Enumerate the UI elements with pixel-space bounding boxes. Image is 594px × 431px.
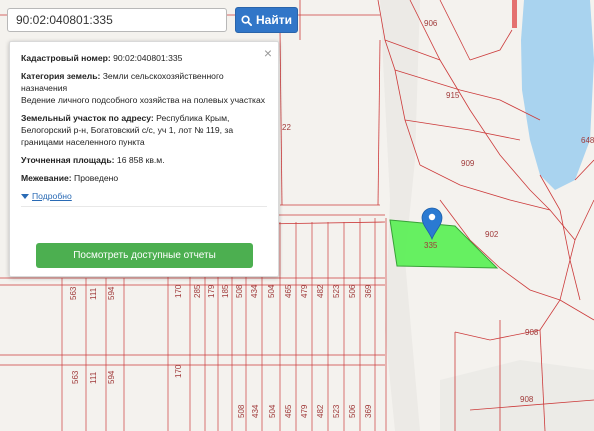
- svg-text:335: 335: [424, 241, 438, 250]
- svg-text:908: 908: [525, 328, 539, 337]
- search-input[interactable]: [7, 8, 227, 32]
- svg-text:479: 479: [300, 404, 309, 418]
- svg-text:434: 434: [251, 404, 260, 418]
- svg-text:111: 111: [89, 287, 98, 300]
- find-button[interactable]: Найти: [235, 7, 298, 33]
- address-label: Земельный участок по адресу:: [21, 113, 154, 123]
- survey-value: Проведено: [74, 173, 119, 183]
- svg-text:594: 594: [107, 286, 116, 300]
- triangle-down-icon: [21, 193, 29, 199]
- find-button-label: Найти: [256, 13, 292, 27]
- svg-text:170: 170: [174, 364, 183, 378]
- svg-text:908: 908: [520, 395, 534, 404]
- svg-text:465: 465: [284, 404, 293, 418]
- svg-text:369: 369: [364, 404, 373, 418]
- svg-text:504: 504: [267, 284, 276, 298]
- svg-text:185: 185: [221, 284, 230, 298]
- cadastral-value: 90:02:040801:335: [113, 53, 183, 63]
- svg-text:504: 504: [268, 404, 277, 418]
- divider: [21, 206, 267, 207]
- area-value: 16 858 кв.м.: [116, 155, 165, 165]
- svg-text:594: 594: [107, 370, 116, 384]
- svg-text:506: 506: [348, 404, 357, 418]
- svg-text:170: 170: [174, 284, 183, 298]
- svg-text:563: 563: [69, 286, 78, 300]
- svg-text:482: 482: [316, 284, 325, 298]
- area-label: Уточненная площадь:: [21, 155, 115, 165]
- svg-text:482: 482: [316, 404, 325, 418]
- svg-text:111: 111: [89, 371, 98, 384]
- search-icon: [241, 14, 252, 26]
- survey-row: Межевание: Проведено: [21, 172, 267, 184]
- svg-text:909: 909: [461, 159, 475, 168]
- svg-text:523: 523: [332, 404, 341, 418]
- cadastral-label: Кадастровый номер:: [21, 53, 111, 63]
- details-link-label: Подробно: [32, 191, 72, 201]
- svg-text:369: 369: [364, 284, 373, 298]
- svg-text:906: 906: [424, 19, 438, 28]
- svg-text:508: 508: [237, 404, 246, 418]
- view-reports-button[interactable]: Посмотреть доступные отчеты: [36, 243, 253, 268]
- usage-value: Ведение личного подсобного хозяйства на …: [21, 95, 266, 105]
- svg-text:506: 506: [348, 284, 357, 298]
- svg-text:22: 22: [282, 123, 291, 132]
- svg-text:179: 179: [207, 284, 216, 298]
- svg-text:508: 508: [235, 284, 244, 298]
- svg-text:915: 915: [446, 91, 460, 100]
- category-label: Категория земель:: [21, 71, 101, 81]
- svg-text:902: 902: [485, 230, 499, 239]
- address-row: Земельный участок по адресу: Республика …: [21, 112, 267, 148]
- close-icon[interactable]: ×: [264, 46, 272, 60]
- details-link[interactable]: Подробно: [21, 190, 267, 202]
- svg-text:563: 563: [71, 370, 80, 384]
- cadastral-row: Кадастровый номер: 90:02:040801:335: [21, 52, 267, 64]
- area-row: Уточненная площадь: 16 858 кв.м.: [21, 154, 267, 166]
- svg-text:648: 648: [581, 136, 594, 145]
- svg-text:479: 479: [300, 284, 309, 298]
- svg-text:523: 523: [332, 284, 341, 298]
- svg-text:465: 465: [284, 284, 293, 298]
- survey-label: Межевание:: [21, 173, 72, 183]
- category-row: Категория земель: Земли сельскохозяйстве…: [21, 70, 267, 106]
- svg-text:285: 285: [193, 284, 202, 298]
- svg-text:434: 434: [250, 284, 259, 298]
- parcel-info-card: × Кадастровый номер: 90:02:040801:335 Ка…: [9, 41, 279, 277]
